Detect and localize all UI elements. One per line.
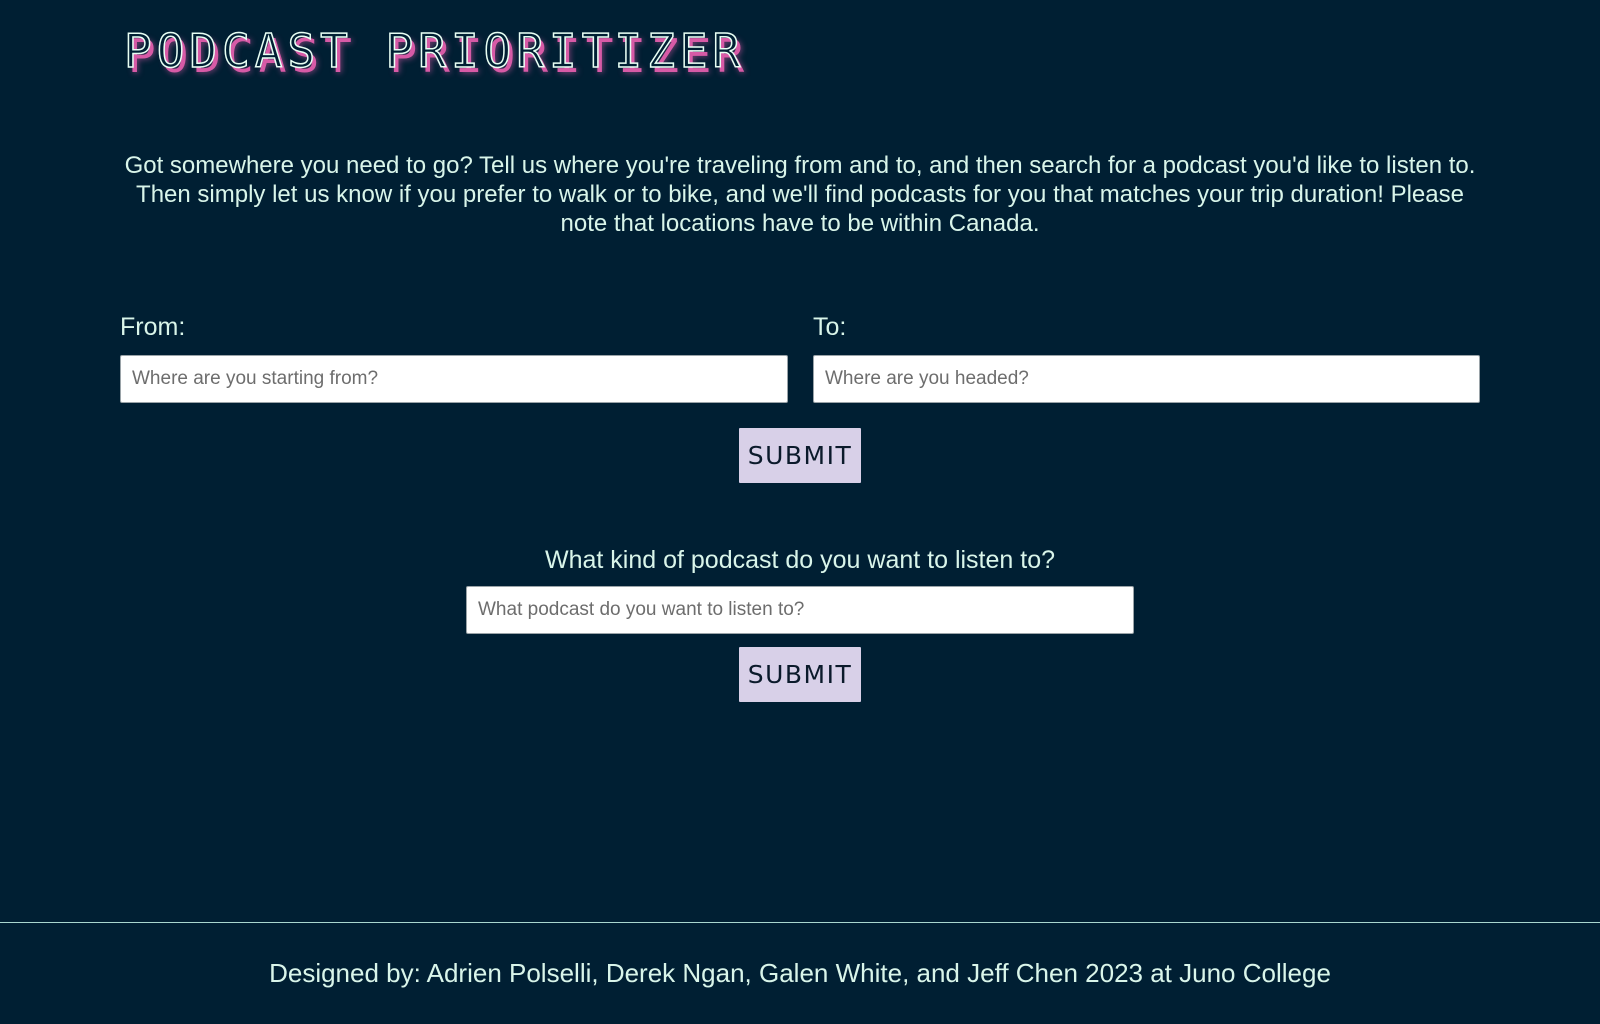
podcast-search-input[interactable] <box>466 586 1134 634</box>
podcast-question: What kind of podcast do you want to list… <box>544 546 1056 574</box>
footer-credits: Designed by: Adrien Polselli, Derek Ngan… <box>269 958 1331 988</box>
page: PODCAST PRIORITIZER Got somewhere you ne… <box>0 0 1600 1024</box>
footer-divider <box>0 922 1600 923</box>
to-label: To: <box>813 313 847 341</box>
from-label: From: <box>120 313 186 341</box>
app-title: PODCAST PRIORITIZER <box>123 23 746 79</box>
to-input[interactable] <box>813 355 1480 403</box>
trip-submit-button[interactable]: SUBMIT <box>739 428 861 483</box>
intro-text: Got somewhere you need to go? Tell us wh… <box>124 152 1476 237</box>
podcast-submit-button[interactable]: SUBMIT <box>739 647 861 702</box>
from-input[interactable] <box>120 355 788 403</box>
